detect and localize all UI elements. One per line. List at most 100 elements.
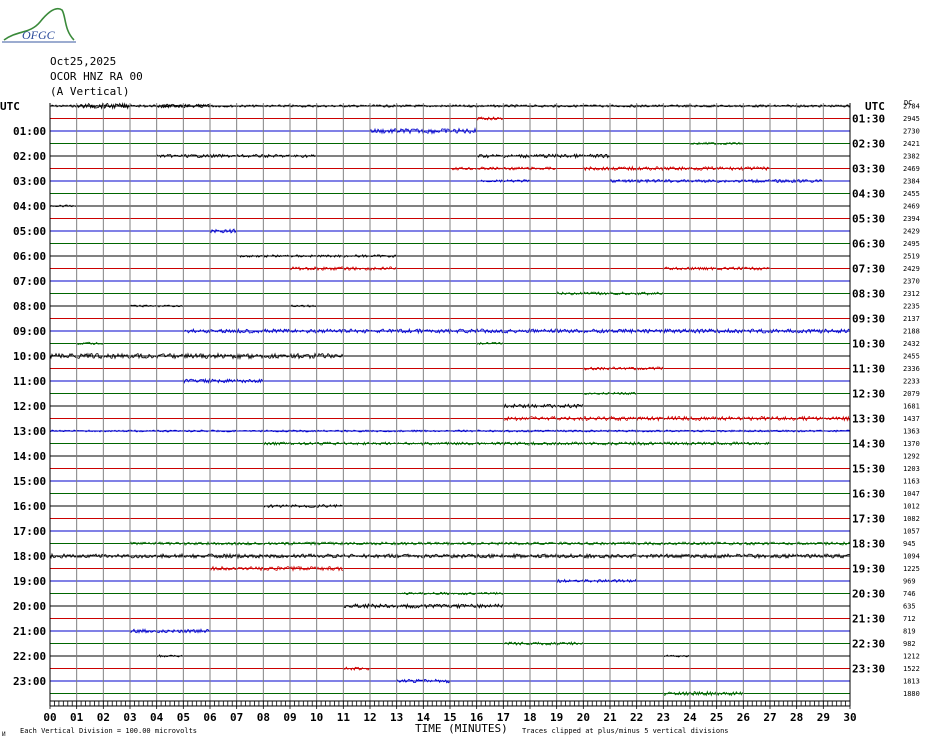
right-time-label-14: 15:30 — [852, 463, 885, 476]
trace-count-30: 1163 — [903, 478, 920, 486]
trace-count-41: 712 — [903, 615, 916, 623]
trace-count-14: 2370 — [903, 278, 920, 286]
trace-count-12: 2519 — [903, 253, 920, 261]
x-tick-label-8: 08 — [257, 711, 270, 724]
left-time-label-3: 04:00 — [13, 200, 46, 213]
left-time-label-0: 01:00 — [13, 125, 46, 138]
scale-note: Each Vertical Division = 100.00 microvol… — [20, 727, 197, 735]
left-time-label-7: 08:00 — [13, 300, 46, 313]
x-axis-title: TIME (MINUTES) — [415, 722, 508, 735]
x-tick-label-13: 13 — [390, 711, 403, 724]
right-time-label-16: 17:30 — [852, 513, 885, 526]
x-tick-label-10: 10 — [310, 711, 323, 724]
x-tick-label-20: 20 — [577, 711, 590, 724]
left-time-label-9: 10:00 — [13, 350, 46, 363]
trace-count-47: 1880 — [903, 690, 920, 698]
x-tick-label-29: 29 — [817, 711, 830, 724]
right-time-label-12: 13:30 — [852, 413, 885, 426]
x-tick-label-9: 09 — [283, 711, 296, 724]
left-time-label-17: 18:00 — [13, 550, 46, 563]
left-time-label-18: 19:00 — [13, 575, 46, 588]
trace-count-32: 1012 — [903, 503, 920, 511]
x-tick-label-30: 30 — [843, 711, 856, 724]
trace-count-26: 1363 — [903, 428, 920, 436]
left-time-label-11: 12:00 — [13, 400, 46, 413]
x-tick-label-18: 18 — [523, 711, 536, 724]
trace-count-10: 2429 — [903, 228, 920, 236]
x-tick-label-4: 04 — [150, 711, 164, 724]
trace-count-7: 2455 — [903, 190, 920, 198]
trace-count-36: 1094 — [903, 553, 920, 561]
trace-count-27: 1370 — [903, 440, 920, 448]
helicorder-plot: 2784294527302421238224692384245524692394… — [0, 99, 920, 738]
trace-count-34: 1057 — [903, 528, 920, 536]
x-tick-label-24: 24 — [683, 711, 697, 724]
trace-count-40: 635 — [903, 603, 916, 611]
trace-count-43: 982 — [903, 640, 916, 648]
trace-count-5: 2469 — [903, 165, 920, 173]
trace-count-9: 2394 — [903, 215, 920, 223]
trace-count-38: 969 — [903, 578, 916, 586]
x-axis: 00 01 02 03 04 05 06 07 08 09 10 11 12 13 14 15 16 17 18 19… — [43, 700, 857, 724]
right-time-label-4: 05:30 — [852, 213, 885, 226]
trace-count-18: 2188 — [903, 328, 920, 336]
x-tick-label-23: 23 — [657, 711, 670, 724]
left-time-label-5: 06:00 — [13, 250, 46, 263]
left-time-label-6: 07:00 — [13, 275, 46, 288]
left-time-label-22: 23:00 — [13, 675, 46, 688]
left-time-label-4: 05:00 — [13, 225, 46, 238]
left-time-label-10: 11:00 — [13, 375, 46, 388]
utc-left-label: UTC — [0, 100, 20, 113]
left-time-label-8: 09:00 — [13, 325, 46, 338]
trace-count-46: 1813 — [903, 678, 920, 686]
trace-count-20: 2455 — [903, 353, 920, 361]
right-time-label-8: 09:30 — [852, 313, 885, 326]
right-time-label-17: 18:30 — [852, 538, 885, 551]
trace-count-16: 2235 — [903, 303, 920, 311]
x-tick-label-25: 25 — [710, 711, 723, 724]
trace-count-39: 746 — [903, 590, 916, 598]
trace-count-33: 1082 — [903, 515, 920, 523]
trace-count-3: 2421 — [903, 140, 920, 148]
trace-count-44: 1212 — [903, 653, 920, 661]
left-time-label-2: 03:00 — [13, 175, 46, 188]
left-time-label-1: 02:00 — [13, 150, 46, 163]
left-time-label-14: 15:00 — [13, 475, 46, 488]
trace-count-6: 2384 — [903, 178, 920, 186]
trace-burst-38-0 — [556, 578, 638, 584]
right-time-label-3: 04:30 — [852, 188, 885, 201]
x-tick-label-26: 26 — [737, 711, 751, 724]
trace-count-8: 2469 — [903, 203, 920, 211]
x-tick-label-12: 12 — [363, 711, 376, 724]
trace-count-22: 2233 — [903, 378, 920, 386]
trace-count-31: 1047 — [903, 490, 920, 498]
right-time-label-22: 23:30 — [852, 663, 885, 676]
x-tick-label-11: 11 — [337, 711, 351, 724]
x-tick-label-2: 02 — [97, 711, 110, 724]
trace-count-17: 2137 — [903, 315, 920, 323]
right-time-label-18: 19:30 — [852, 563, 885, 576]
trace-count-13: 2429 — [903, 265, 920, 273]
right-time-label-11: 12:30 — [852, 388, 885, 401]
left-time-label-20: 21:00 — [13, 625, 46, 638]
left-time-label-15: 16:00 — [13, 500, 46, 513]
left-time-label-13: 14:00 — [13, 450, 46, 463]
x-tick-label-22: 22 — [630, 711, 643, 724]
x-tick-label-28: 28 — [790, 711, 803, 724]
corner-mark: И — [2, 731, 6, 738]
trace-count-15: 2312 — [903, 290, 920, 298]
x-tick-label-19: 19 — [550, 711, 563, 724]
x-tick-label-6: 06 — [203, 711, 217, 724]
count-header-label: DC — [904, 99, 912, 107]
clip-note: Traces clipped at plus/minus 5 vertical … — [522, 727, 729, 735]
trace-count-25: 1437 — [903, 415, 920, 423]
time-labels: 2784294527302421238224692384245524692394… — [13, 103, 920, 699]
right-time-label-21: 22:30 — [852, 638, 885, 651]
trace-count-37: 1225 — [903, 565, 920, 573]
left-time-label-21: 22:00 — [13, 650, 46, 663]
right-time-label-9: 10:30 — [852, 338, 885, 351]
trace-count-35: 945 — [903, 540, 916, 548]
trace-count-4: 2382 — [903, 153, 920, 161]
right-time-label-1: 02:30 — [852, 138, 885, 151]
right-time-label-0: 01:30 — [852, 113, 885, 126]
